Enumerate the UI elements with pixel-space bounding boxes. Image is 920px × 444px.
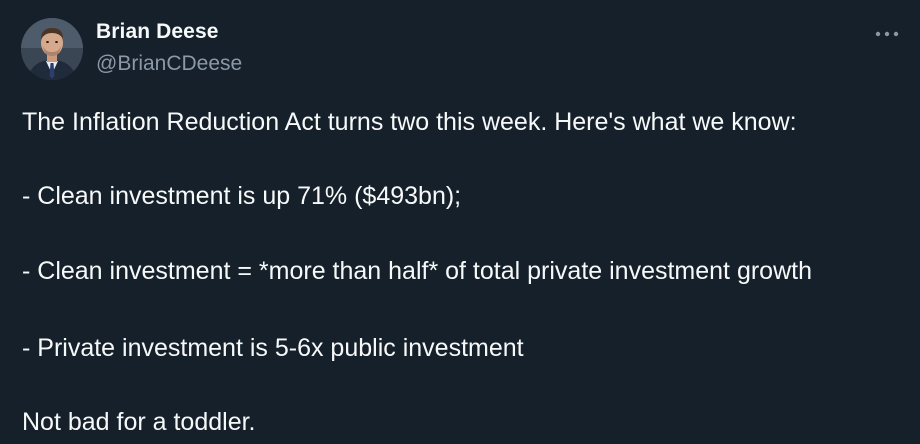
tweet-line-bullet-3: - Private investment is 5-6x public inve… [22, 334, 524, 362]
avatar[interactable] [21, 18, 83, 80]
author-handle[interactable]: @BrianCDeese [96, 52, 242, 76]
tweet-line-bullet-1: - Clean investment is up 71% ($493bn); [22, 182, 462, 210]
tweet-line-intro: The Inflation Reduction Act turns two th… [22, 108, 797, 136]
more-options-button[interactable] [870, 20, 904, 48]
avatar-image [21, 18, 83, 80]
more-options-icon [874, 25, 900, 43]
author-name[interactable]: Brian Deese [96, 20, 219, 44]
tweet-line-closing: Not bad for a toddler. [22, 408, 256, 436]
tweet-card: Brian Deese @BrianCDeese The Inflation R… [0, 0, 920, 444]
tweet-line-bullet-2: - Clean investment = *more than half* of… [22, 257, 812, 285]
